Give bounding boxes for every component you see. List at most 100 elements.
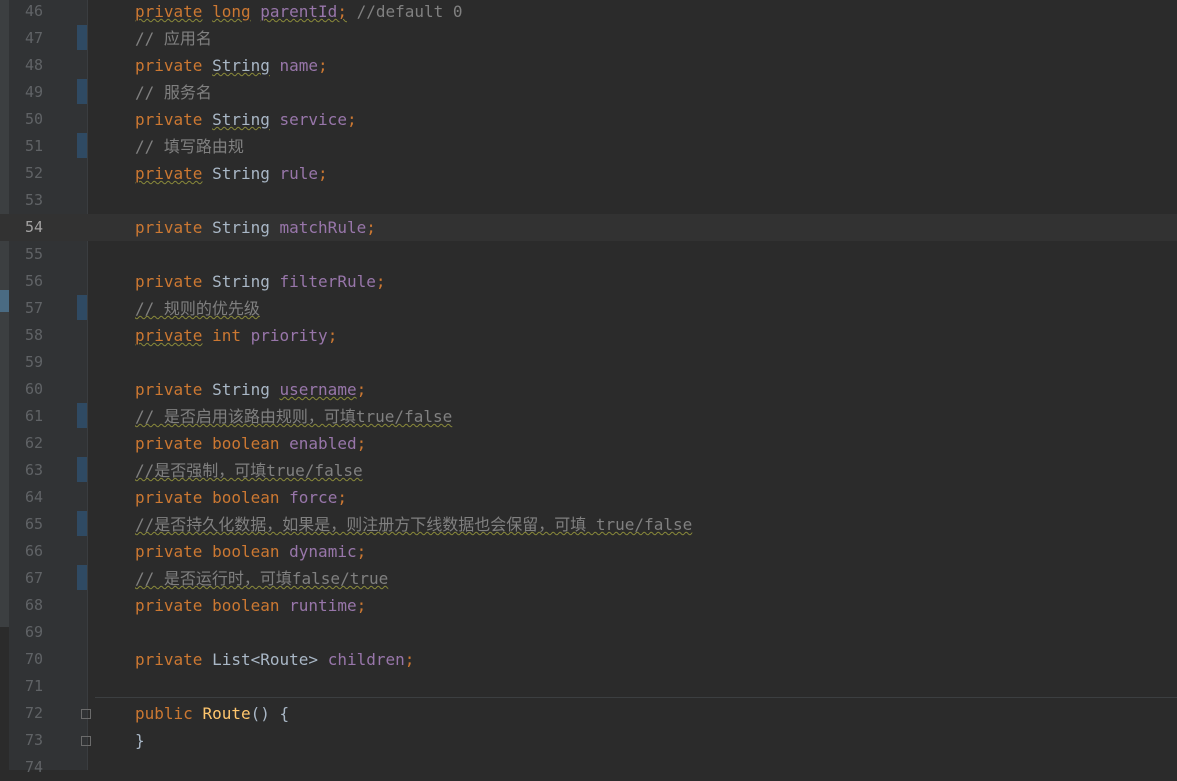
code-token: name	[279, 56, 319, 75]
code-text[interactable]: //是否强制，可填true/false	[135, 457, 363, 484]
code-text[interactable]: private String filterRule;	[135, 268, 385, 295]
vcs-change-marker[interactable]	[77, 295, 87, 320]
line-number[interactable]: 55	[9, 241, 43, 268]
code-line[interactable]: 51 // 填写路由规	[0, 133, 1177, 160]
code-text[interactable]: public Route() {	[135, 700, 289, 727]
line-number[interactable]: 53	[9, 187, 43, 214]
code-text[interactable]: // 填写路由规	[135, 133, 244, 160]
code-text[interactable]: private String username;	[135, 376, 366, 403]
code-token: ;	[356, 434, 367, 453]
vcs-change-marker[interactable]	[77, 79, 87, 104]
code-text[interactable]: }	[135, 727, 145, 754]
line-number[interactable]: 67	[9, 565, 43, 592]
line-number[interactable]: 71	[9, 673, 43, 700]
vcs-change-marker[interactable]	[77, 403, 87, 428]
code-text[interactable]: private List<Route> children;	[135, 646, 414, 673]
code-text[interactable]: private int priority;	[135, 322, 337, 349]
code-line[interactable]: 49 // 服务名	[0, 79, 1177, 106]
line-number[interactable]: 74	[9, 754, 43, 781]
code-line[interactable]: 59	[0, 349, 1177, 376]
code-text[interactable]: private String service;	[135, 106, 357, 133]
code-line[interactable]: 67 // 是否运行时，可填false/true	[0, 565, 1177, 592]
line-number[interactable]: 59	[9, 349, 43, 376]
line-number[interactable]: 50	[9, 106, 43, 133]
line-number[interactable]: 46	[9, 0, 43, 25]
code-line[interactable]: 56 private String filterRule;	[0, 268, 1177, 295]
code-token: service	[279, 110, 347, 129]
line-number[interactable]: 73	[9, 727, 43, 754]
line-number[interactable]: 57	[9, 295, 43, 322]
line-number[interactable]: 62	[9, 430, 43, 457]
vcs-change-marker[interactable]	[77, 133, 87, 158]
code-line[interactable]: 50 private String service;	[0, 106, 1177, 133]
code-token: runtime	[289, 596, 357, 615]
code-text[interactable]: // 服务名	[135, 79, 212, 106]
line-number[interactable]: 70	[9, 646, 43, 673]
code-text[interactable]: // 应用名	[135, 25, 212, 52]
line-number[interactable]: 52	[9, 160, 43, 187]
code-line[interactable]: 63 //是否强制，可填true/false	[0, 457, 1177, 484]
code-text[interactable]: // 规则的优先级	[135, 295, 260, 322]
line-number[interactable]: 49	[9, 79, 43, 106]
line-number[interactable]: 66	[9, 538, 43, 565]
code-text[interactable]: private String rule;	[135, 160, 328, 187]
line-number[interactable]: 47	[9, 25, 43, 52]
code-line[interactable]: 73}	[0, 727, 1177, 754]
code-line[interactable]: 57 // 规则的优先级	[0, 295, 1177, 322]
line-number[interactable]: 54	[9, 214, 43, 241]
code-token: boolean	[212, 596, 280, 615]
code-text[interactable]: private boolean force;	[135, 484, 347, 511]
code-line[interactable]: 48 private String name;	[0, 52, 1177, 79]
code-text[interactable]: private long parentId; //default 0	[135, 0, 463, 25]
code-line[interactable]: 65 //是否持久化数据，如果是，则注册方下线数据也会保留，可填 true/fal…	[0, 511, 1177, 538]
code-line[interactable]: 64 private boolean force;	[0, 484, 1177, 511]
code-line[interactable]: 52 private String rule;	[0, 160, 1177, 187]
line-number[interactable]: 60	[9, 376, 43, 403]
code-text[interactable]: private boolean enabled;	[135, 430, 366, 457]
code-line[interactable]: 58 private int priority;	[0, 322, 1177, 349]
vcs-change-marker[interactable]	[77, 565, 87, 590]
fold-icon[interactable]	[81, 736, 91, 746]
code-line[interactable]: 69	[0, 619, 1177, 646]
code-line[interactable]: 72 public Route() {	[0, 700, 1177, 727]
code-text[interactable]: //是否持久化数据，如果是，则注册方下线数据也会保留，可填 true/false	[135, 511, 692, 538]
code-line[interactable]: 55	[0, 241, 1177, 268]
code-line[interactable]: 60 private String username;	[0, 376, 1177, 403]
code-line[interactable]: 62 private boolean enabled;	[0, 430, 1177, 457]
code-text[interactable]: private String matchRule;	[135, 214, 376, 241]
line-number[interactable]: 56	[9, 268, 43, 295]
line-number[interactable]: 64	[9, 484, 43, 511]
code-line[interactable]: 71	[0, 673, 1177, 700]
code-line[interactable]: 47 // 应用名	[0, 25, 1177, 52]
code-token: ;	[356, 380, 367, 399]
code-line[interactable]: 66 private boolean dynamic;	[0, 538, 1177, 565]
code-line[interactable]: 54 private String matchRule;	[0, 214, 1177, 241]
fold-icon[interactable]	[81, 709, 91, 719]
code-token: ;	[337, 2, 347, 21]
line-number[interactable]: 58	[9, 322, 43, 349]
code-line[interactable]: 46 private long parentId; //default 0	[0, 0, 1177, 25]
code-text[interactable]: // 是否启用该路由规则，可填true/false	[135, 403, 452, 430]
code-line[interactable]: 70 private List<Route> children;	[0, 646, 1177, 673]
code-line[interactable]: 53	[0, 187, 1177, 214]
code-text[interactable]: private String name;	[135, 52, 328, 79]
line-number[interactable]: 48	[9, 52, 43, 79]
vcs-change-marker[interactable]	[77, 511, 87, 536]
line-number[interactable]: 72	[9, 700, 43, 727]
line-number[interactable]: 69	[9, 619, 43, 646]
code-text[interactable]: // 是否运行时，可填false/true	[135, 565, 388, 592]
code-line[interactable]: 74	[0, 754, 1177, 781]
code-token: private	[135, 56, 203, 75]
line-number[interactable]: 61	[9, 403, 43, 430]
line-number[interactable]: 68	[9, 592, 43, 619]
line-number[interactable]: 51	[9, 133, 43, 160]
vcs-change-marker[interactable]	[77, 457, 87, 482]
code-token: parentId	[260, 2, 338, 21]
vcs-change-marker[interactable]	[77, 25, 87, 50]
code-line[interactable]: 68 private boolean runtime;	[0, 592, 1177, 619]
code-text[interactable]: private boolean runtime;	[135, 592, 366, 619]
line-number[interactable]: 63	[9, 457, 43, 484]
code-text[interactable]: private boolean dynamic;	[135, 538, 366, 565]
line-number[interactable]: 65	[9, 511, 43, 538]
code-line[interactable]: 61 // 是否启用该路由规则，可填true/false	[0, 403, 1177, 430]
